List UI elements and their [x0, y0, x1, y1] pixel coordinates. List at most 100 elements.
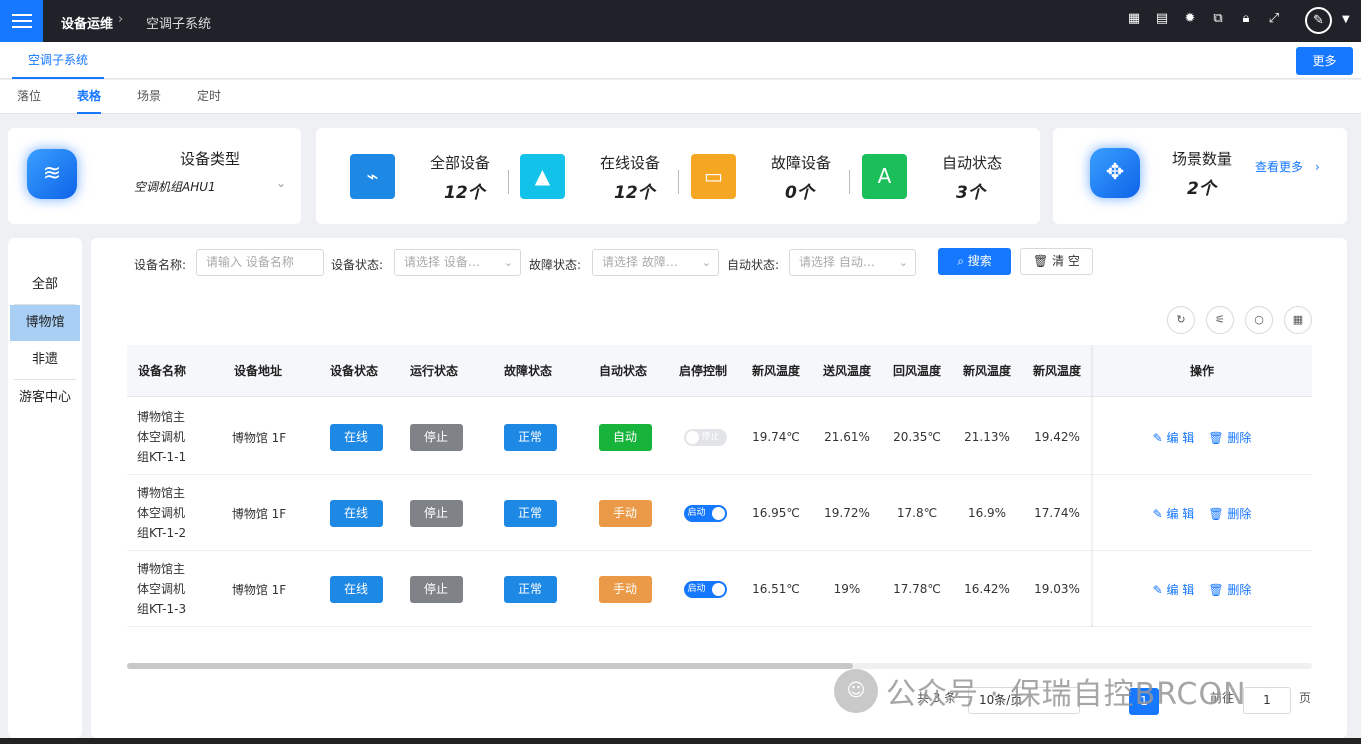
clear-button[interactable]: 🗑︎ 清 空 [1020, 248, 1093, 275]
scenes-value: 2个 [1187, 179, 1216, 199]
run-status-cell: 停止 [399, 551, 473, 627]
refresh-icon[interactable]: ↻ [1167, 306, 1195, 334]
top-bar: 设备运维 › 空调子系统 ▦ ▤ ✹ ⧉ 🔒︎ ⤢ ✎ ▼ [0, 0, 1361, 42]
tab-timer[interactable]: 定时 [197, 80, 221, 114]
toggle-label: 停止 [701, 431, 720, 442]
switch-cell: 停止 [668, 399, 742, 475]
menu-toggle-button[interactable] [0, 0, 43, 42]
fixed-column-shadow [1091, 345, 1094, 627]
actions-cell: ✎ 编 辑 🗑︎ 删除 [1137, 475, 1267, 551]
fault-status-placeholder: 请选择 故障… [602, 255, 678, 269]
delete-button[interactable]: 🗑︎ 删除 [1208, 581, 1251, 598]
toggle-label: 启动 [687, 507, 706, 518]
status-badge: 在线 [329, 423, 383, 451]
device-type-card: ≋ 设备类型 空调机组AHU1 ⌄ [8, 128, 301, 224]
edit-icon: ✎ [1152, 582, 1167, 597]
more-button[interactable]: 更多 [1296, 47, 1353, 75]
search-button-label: 搜索 [967, 254, 992, 268]
fresh-air-temp-cell: 17.74% [1034, 506, 1080, 520]
edit-icon: ✎ [1152, 430, 1167, 445]
search-icon: ⌕ [957, 254, 968, 268]
view-tabs: 落位 表格 场景 定时 [0, 80, 1361, 114]
device-status-select[interactable]: 请选择 设备… ⌄ [394, 249, 521, 276]
status-badge: 正常 [503, 575, 557, 603]
goto-page-input[interactable]: 1 [1243, 687, 1291, 714]
toggle-knob [711, 582, 725, 596]
scenes-title: 场景数量 [1172, 150, 1233, 168]
status-badge: 正常 [503, 499, 557, 527]
status-badge: 停止 [409, 575, 463, 603]
device-name-input[interactable]: 请输入 设备名称 [196, 249, 324, 276]
fresh-air-temp-cell: 19.74℃ [752, 430, 800, 444]
column-header: 故障状态 [503, 364, 552, 378]
address-cell: 博物馆 1F [231, 430, 287, 445]
status-badge: 手动 [598, 499, 652, 527]
chart-icon[interactable]: ▤ [1155, 12, 1169, 26]
location-item-museum[interactable]: 博物馆 [10, 305, 80, 341]
column-header: 启停控制 [678, 364, 727, 378]
auto-status-select[interactable]: 请选择 自动… ⌄ [789, 249, 916, 276]
tab-scene[interactable]: 场景 [137, 80, 161, 114]
stat-value-online: 12个 [614, 183, 655, 203]
auto-status-cell: 手动 [588, 475, 662, 551]
location-item-heritage[interactable]: 非遗 [8, 342, 82, 378]
start-stop-toggle[interactable]: 启动 [683, 504, 727, 522]
column-header: 新风温度 [962, 364, 1011, 378]
scrollbar-thumb[interactable] [127, 663, 853, 669]
chevron-down-icon[interactable]: ▼ [1342, 14, 1350, 25]
fault-status-cell: 正常 [493, 399, 567, 475]
gear-icon[interactable]: ✹ [1183, 12, 1197, 26]
device-status-placeholder: 请选择 设备… [404, 255, 480, 269]
run-status-cell: 停止 [399, 399, 473, 475]
location-item-visitor-center[interactable]: 游客中心 [8, 380, 82, 416]
filter-label-name: 设备名称: [134, 258, 187, 272]
chevron-down-icon[interactable]: ⌄ [276, 176, 286, 190]
translate-icon[interactable]: ⧉ [1211, 12, 1225, 26]
status-badge: 停止 [409, 499, 463, 527]
device-icon: ▭ [691, 154, 736, 199]
breadcrumb-root[interactable]: 设备运维 [61, 13, 113, 32]
search-toggle-icon[interactable]: ○ [1245, 306, 1273, 334]
switch-cell: 启动 [668, 475, 742, 551]
page-body: 空调子系统 更多 落位 表格 场景 定时 ≋ 设备类型 空调机组AHU1 ⌄ ⌁… [0, 42, 1361, 738]
device-type-select[interactable]: 空调机组AHU1 [134, 178, 216, 195]
tab-table[interactable]: 表格 [77, 80, 102, 114]
column-header: 送风温度 [822, 364, 871, 378]
status-badge: 在线 [329, 575, 383, 603]
columns-icon[interactable]: ▦ [1284, 306, 1312, 334]
device-name-line: 博物馆主 [137, 410, 186, 424]
fault-status-cell: 正常 [493, 475, 567, 551]
filter-settings-icon[interactable]: ⚟ [1206, 306, 1234, 334]
device-name-cell: 博物馆主 体空调机 组KT-1-3 [137, 551, 207, 627]
fresh-air-temp-cell: 19.42% [1034, 430, 1080, 444]
fullscreen-icon[interactable]: ⤢ [1267, 12, 1281, 26]
start-stop-toggle[interactable]: 停止 [683, 428, 727, 446]
table-row: 博物馆主 体空调机 组KT-1-2 博物馆 1F 在线 停止 正常 手动 启动 16… [127, 475, 1312, 551]
fault-status-select[interactable]: 请选择 故障… ⌄ [592, 249, 719, 276]
tab-air-conditioning[interactable]: 空调子系统 [12, 42, 105, 79]
trash-icon: 🗑︎ [1208, 582, 1228, 597]
rocket-icon: ▲ [520, 154, 565, 199]
table-row: 博物馆主 体空调机 组KT-1-3 博物馆 1F 在线 停止 正常 手动 启动 16… [127, 551, 1312, 627]
lock-icon[interactable]: 🔒︎ [1239, 12, 1253, 26]
column-header: 新风温度 [1032, 364, 1081, 378]
column-header: 运行状态 [409, 364, 458, 378]
avatar[interactable]: ✎ [1305, 7, 1332, 34]
delete-button[interactable]: 🗑︎ 删除 [1208, 505, 1251, 522]
column-header: 设备名称 [137, 364, 186, 378]
search-button[interactable]: ⌕ 搜索 [938, 248, 1011, 275]
device-status-cell: 在线 [319, 399, 393, 475]
grid-icon[interactable]: ▦ [1127, 12, 1141, 26]
see-more-link[interactable]: 查看更多 › [1255, 158, 1320, 175]
edit-button[interactable]: ✎ 编 辑 [1153, 505, 1195, 522]
auto-status-cell: 自动 [588, 399, 662, 475]
tab-placement[interactable]: 落位 [17, 80, 41, 114]
start-stop-toggle[interactable]: 启动 [683, 580, 727, 598]
edit-button[interactable]: ✎ 编 辑 [1153, 429, 1195, 446]
location-item-all[interactable]: 全部 [8, 267, 82, 303]
return-air-temp-cell: 17.78℃ [893, 582, 941, 596]
switch-cell: 启动 [668, 551, 742, 627]
edit-button[interactable]: ✎ 编 辑 [1153, 581, 1195, 598]
delete-button[interactable]: 🗑︎ 删除 [1208, 429, 1251, 446]
device-status-cell: 在线 [319, 475, 393, 551]
